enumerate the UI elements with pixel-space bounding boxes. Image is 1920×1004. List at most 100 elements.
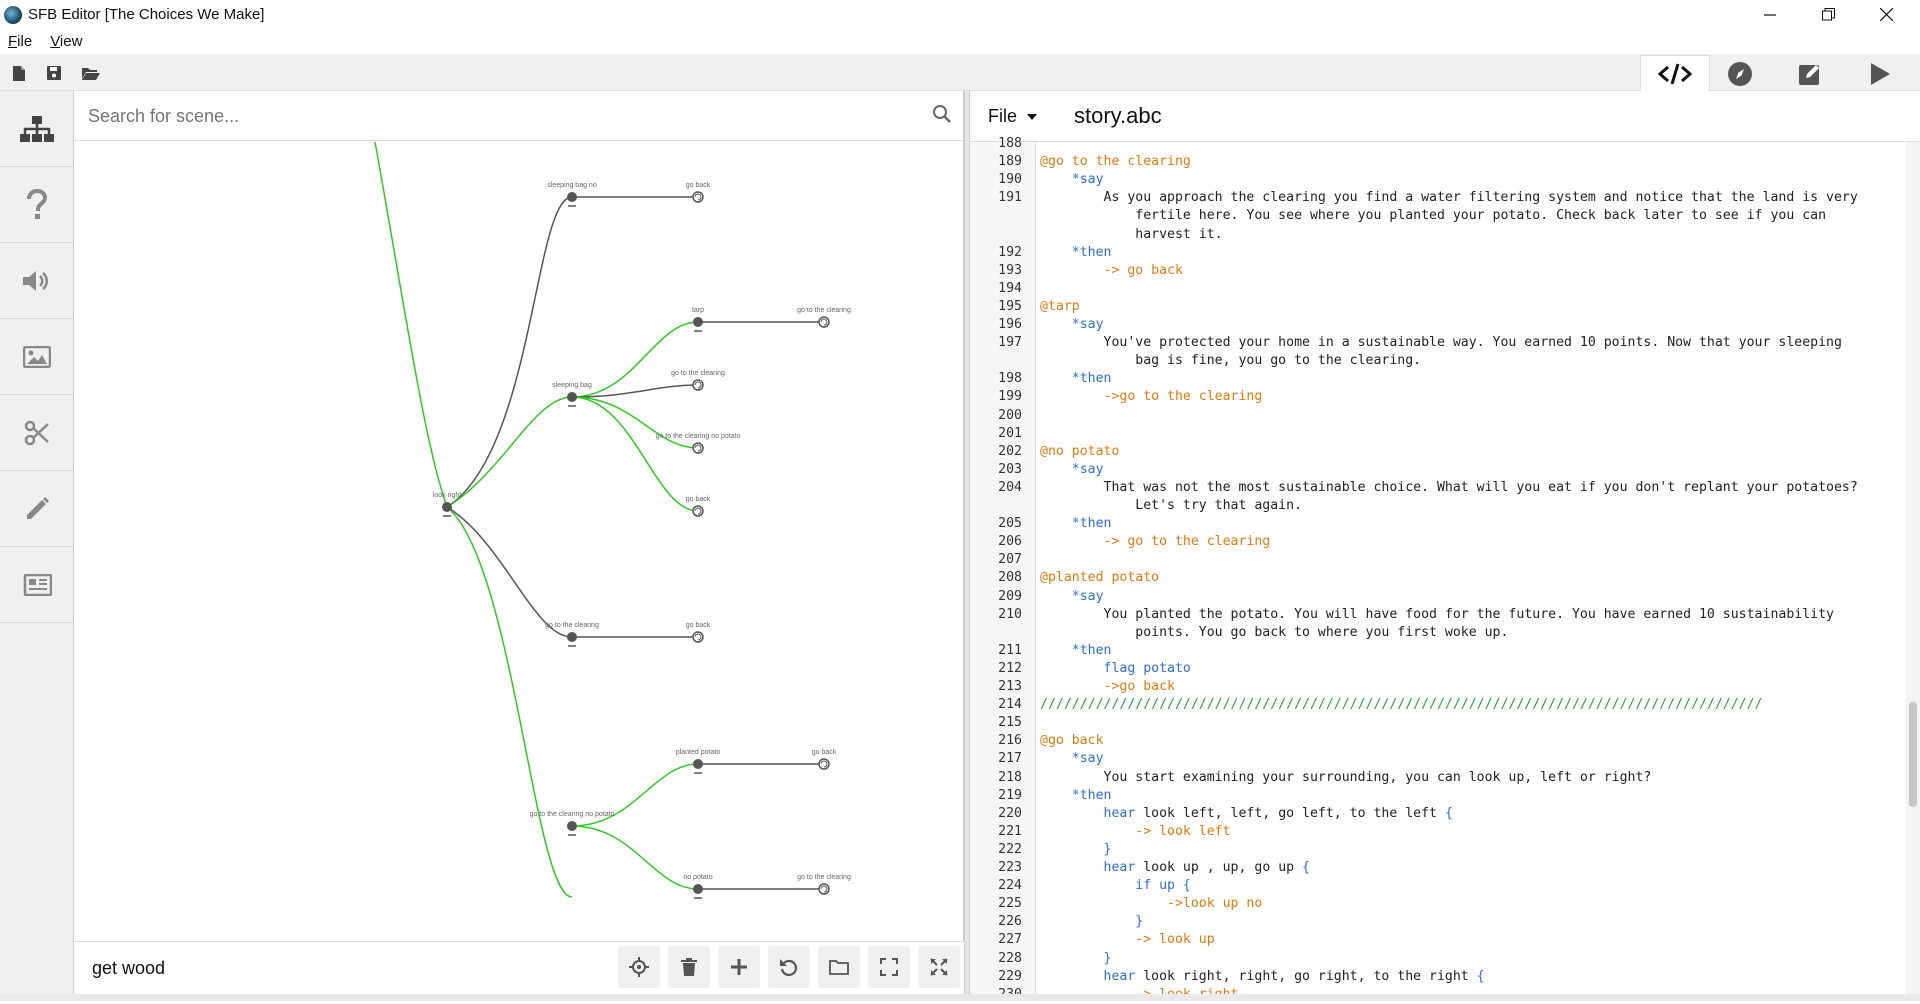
- restore-button[interactable]: [1799, 0, 1857, 29]
- sidebar-item-sound[interactable]: [0, 243, 73, 319]
- line-number: [970, 352, 1022, 370]
- sidebar-item-edit[interactable]: [0, 471, 73, 547]
- code-token: ->go back: [1040, 679, 1175, 694]
- graph-node-clearing-leaf[interactable]: go to the clearing: [797, 874, 851, 895]
- line-number: [970, 624, 1022, 642]
- graph-edge: [571, 396, 699, 512]
- code-token: }: [1040, 914, 1144, 930]
- sidebar-item-help[interactable]: [0, 167, 73, 243]
- line-number-gutter: 188 189 190 191 192 193 194 195 196 197 198 199 200 2…: [970, 136, 1036, 1002]
- graph-node-tarp[interactable]: tarp: [692, 307, 704, 332]
- editor-scrollbar[interactable]: [1906, 142, 1920, 994]
- menu-file[interactable]: File: [8, 33, 32, 50]
- graph-node-go-back-leaf[interactable]: go back: [686, 622, 711, 643]
- node-label: go back: [812, 749, 837, 756]
- graph-node-go-back-leaf[interactable]: go back: [812, 749, 837, 770]
- undo-button[interactable]: [768, 946, 810, 988]
- code-icon: [1658, 63, 1692, 85]
- graph-node-look-right[interactable]: look right: [433, 492, 461, 517]
- code-line: *then: [1040, 642, 1906, 660]
- graph-node-sleeping-bag[interactable]: sleeping bag: [552, 382, 592, 407]
- scene-graph[interactable]: look right sleeping bag no go back sleep…: [74, 142, 964, 940]
- node-label: tarp: [692, 307, 704, 314]
- node-label: no potato: [683, 874, 712, 881]
- volume-icon: [22, 270, 48, 291]
- code-line: *then: [1040, 787, 1906, 805]
- tab-edit[interactable]: [1775, 55, 1845, 92]
- node-label: go to the clearing no potato: [530, 811, 615, 818]
- tab-code[interactable]: [1640, 55, 1710, 92]
- line-number: 198: [998, 371, 1022, 387]
- code-line: }: [1040, 841, 1906, 859]
- sitemap-icon: [19, 115, 54, 142]
- line-number: 227: [998, 932, 1022, 948]
- code-line: -> go to the clearing: [1040, 533, 1906, 551]
- save-button[interactable]: [43, 62, 65, 84]
- graph-node-go-back-leaf[interactable]: go back: [686, 496, 711, 517]
- folder-button[interactable]: [818, 946, 860, 988]
- graph-node-sleeping-bag-no[interactable]: sleeping bag no: [547, 182, 597, 207]
- code-line: ////////////////////////////////////////…: [1040, 696, 1906, 714]
- sidebar-item-image[interactable]: [0, 319, 73, 395]
- graph-edge-incoming: [374, 142, 448, 508]
- menu-view[interactable]: View: [50, 33, 82, 50]
- scene-search-input[interactable]: [88, 103, 888, 129]
- code-line: *then: [1040, 244, 1906, 262]
- image-icon: [22, 345, 51, 368]
- compass-icon: [1728, 61, 1752, 86]
- code-line: -> look up: [1040, 931, 1906, 949]
- minimize-button[interactable]: [1741, 0, 1799, 29]
- tab-explore[interactable]: [1705, 55, 1775, 92]
- graph-node-go-back-leaf[interactable]: go back: [686, 182, 711, 203]
- code-token: *then: [1040, 642, 1112, 658]
- question-icon: [26, 188, 47, 219]
- code-token: @go to the clearing: [1040, 154, 1191, 170]
- editor-file-dropdown[interactable]: File: [988, 106, 1038, 127]
- code-token: {: [1302, 860, 1310, 875]
- code-token: points. You go back to where you first w…: [1040, 624, 1509, 640]
- node-label: go to the clearing: [797, 307, 851, 314]
- code-line: @no potato: [1040, 443, 1906, 461]
- code-line: @tarp: [1040, 298, 1906, 316]
- crosshair-icon: [629, 957, 649, 977]
- add-button[interactable]: [718, 946, 760, 988]
- graph-node-clearing-no-potato-leaf[interactable]: go to the clearing no potato: [656, 433, 741, 454]
- code-token: ->look up no: [1040, 896, 1263, 912]
- sidebar-item-cut[interactable]: [0, 395, 73, 471]
- line-number: 190: [998, 172, 1022, 188]
- code-line: fertile here. You see where you planted …: [1040, 207, 1906, 225]
- code-area[interactable]: @go to the clearing *say As you approach…: [1036, 142, 1906, 994]
- graph-node-planted-potato[interactable]: planted potato: [676, 749, 720, 774]
- tab-play[interactable]: [1845, 55, 1915, 92]
- expand-button[interactable]: [918, 946, 960, 988]
- new-file-button[interactable]: [8, 62, 30, 84]
- graph-node-clearing-leaf[interactable]: go to the clearing: [797, 307, 851, 328]
- node-label: go back: [686, 622, 711, 629]
- line-number: 215: [998, 715, 1022, 731]
- graph-node-clearing-leaf[interactable]: go to the clearing: [671, 370, 725, 391]
- node-label: planted potato: [676, 749, 720, 756]
- graph-node-go-to-the-clearing[interactable]: go to the clearing: [545, 622, 599, 647]
- fit-screen-button[interactable]: [868, 946, 910, 988]
- newspaper-icon: [23, 573, 52, 596]
- chevron-down-icon: [1027, 114, 1038, 121]
- sidebar-item-scene-tree[interactable]: [0, 91, 73, 167]
- delete-button[interactable]: [668, 946, 710, 988]
- sidebar-item-news[interactable]: [0, 547, 73, 623]
- center-button[interactable]: [618, 946, 660, 988]
- code-line: You planted the potato. You will have fo…: [1040, 606, 1906, 624]
- line-number: 210: [998, 606, 1022, 622]
- expand-icon: [930, 958, 948, 976]
- line-number: 203: [998, 461, 1022, 477]
- graph-node-no-potato[interactable]: no potato: [683, 874, 713, 899]
- code-token: -> go back: [1040, 262, 1183, 278]
- scrollbar-thumb[interactable]: [1909, 702, 1917, 807]
- search-button[interactable]: [932, 104, 952, 129]
- open-folder-button[interactable]: [80, 62, 102, 84]
- close-button[interactable]: [1857, 0, 1915, 29]
- graph-edge: [446, 506, 573, 638]
- graph-edge: [571, 825, 699, 890]
- code-token: {: [1444, 805, 1453, 821]
- title-bar: SFB Editor [The Choices We Make]: [0, 0, 1920, 29]
